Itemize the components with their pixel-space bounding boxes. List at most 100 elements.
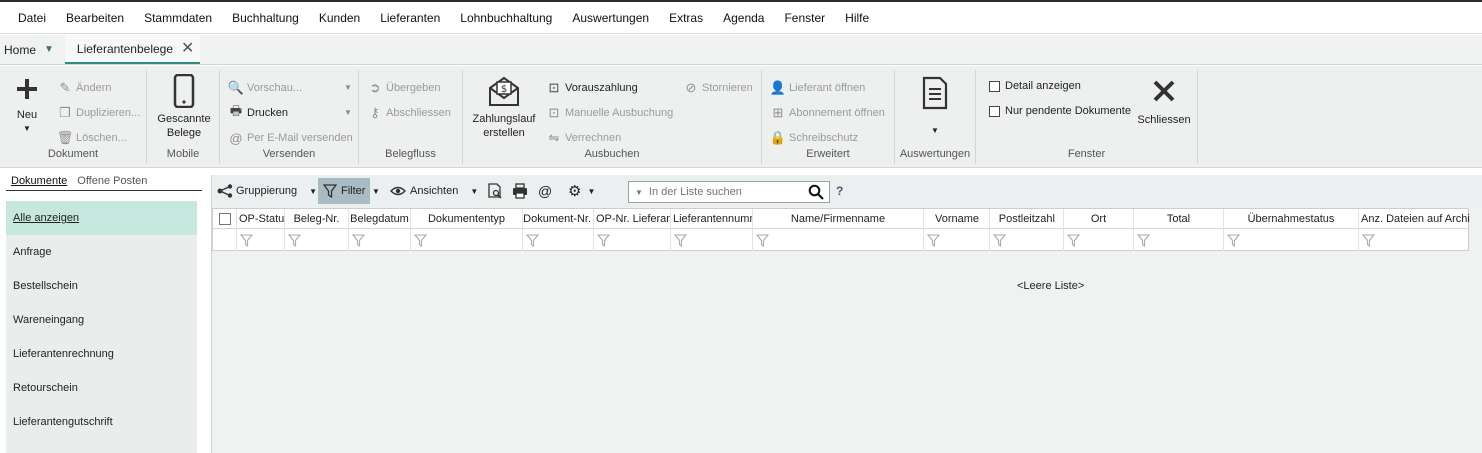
tab-home-dropdown-icon[interactable]: ▼ <box>44 44 54 55</box>
menu-datei[interactable]: Datei <box>8 11 56 25</box>
menu-fenster[interactable]: Fenster <box>774 11 835 25</box>
loeschen-button[interactable]: 🗑 Löschen... <box>57 130 127 146</box>
close-tab-icon[interactable]: ✕ <box>181 40 194 57</box>
filter-cell[interactable] <box>1134 229 1224 251</box>
zahlungslauf-button[interactable]: $ Zahlungslauf erstellen <box>469 74 539 140</box>
search-icon[interactable] <box>808 184 824 200</box>
column-header[interactable]: Vorname <box>924 209 990 229</box>
abschliessen-button[interactable]: ⚷ Abschliessen <box>367 105 451 121</box>
schliessen-button[interactable]: Schliessen <box>1134 78 1194 127</box>
filter-cell[interactable] <box>671 229 753 251</box>
column-header[interactable]: Beleg-Nr. <box>285 209 349 229</box>
preview-list-button[interactable] <box>487 178 503 204</box>
lieferant-oeffnen-button[interactable]: 👤 Lieferant öffnen <box>770 80 865 96</box>
filter-dropdown-icon[interactable]: ▼ <box>372 178 380 204</box>
column-header[interactable]: Name/Firmenname <box>753 209 924 229</box>
email-list-button[interactable]: @ <box>538 178 552 204</box>
search-options-dropdown-icon[interactable]: ▼ <box>635 188 643 197</box>
detail-anzeigen-box[interactable] <box>989 80 1000 92</box>
filter-cell[interactable] <box>285 229 349 251</box>
filter-funnel-icon[interactable] <box>927 233 940 247</box>
column-header[interactable]: Dokumententyp <box>411 209 523 229</box>
menu-extras[interactable]: Extras <box>659 11 713 25</box>
filter-funnel-icon[interactable] <box>1227 233 1240 247</box>
filter-cell[interactable] <box>753 229 924 251</box>
neu-button[interactable]: Neu ▼ <box>8 76 46 136</box>
menu-lieferanten[interactable]: Lieferanten <box>370 11 450 25</box>
filter-cell[interactable] <box>990 229 1064 251</box>
column-header[interactable]: Total <box>1134 209 1224 229</box>
tab-lieferantenbelege[interactable]: Lieferantenbelege ✕ <box>64 35 201 64</box>
schreibschutz-button[interactable]: 🔒 Schreibschutz <box>770 130 858 146</box>
menu-lohnbuchhaltung[interactable]: Lohnbuchhaltung <box>450 11 562 25</box>
gescannte-belege-button[interactable]: Gescannte Belege <box>153 73 215 140</box>
search-input[interactable] <box>648 186 799 198</box>
menu-agenda[interactable]: Agenda <box>713 11 774 25</box>
filter-button[interactable]: Filter <box>318 178 371 204</box>
abonnement-oeffnen-button[interactable]: ⊞ Abonnement öffnen <box>770 105 885 121</box>
detail-anzeigen-checkbox[interactable]: Detail anzeigen <box>989 80 1081 92</box>
tab-home[interactable]: Home ▼ <box>0 35 59 64</box>
settings-dropdown-icon[interactable]: ▼ <box>587 187 595 196</box>
filter-funnel-icon[interactable] <box>526 233 539 247</box>
manuelle-ausbuchung-button[interactable]: ⊡ Manuelle Ausbuchung <box>546 105 674 121</box>
gruppierung-button[interactable]: Gruppierung ▼ <box>217 178 317 204</box>
filter-funnel-icon[interactable] <box>1137 233 1150 247</box>
ansichten-button[interactable]: Ansichten ▼ <box>390 178 478 204</box>
email-button[interactable]: @ Per E-Mail versenden <box>228 130 352 146</box>
filter-cell[interactable] <box>1359 229 1470 251</box>
verrechnen-button[interactable]: ⇋ Verrechnen <box>546 130 622 146</box>
column-header[interactable]: Ort <box>1064 209 1134 229</box>
filter-funnel-icon[interactable] <box>674 233 687 247</box>
list-item[interactable]: Lieferantengutschrift <box>6 405 197 439</box>
help-icon[interactable]: ? <box>836 184 843 198</box>
filter-cell[interactable] <box>411 229 523 251</box>
filter-funnel-icon[interactable] <box>993 233 1006 247</box>
vorauszahlung-button[interactable]: ⊡ Vorauszahlung <box>546 80 638 96</box>
column-header[interactable]: Belegdatum <box>349 209 411 229</box>
tab-dokumente[interactable]: Dokumente <box>6 175 72 190</box>
filter-funnel-icon[interactable] <box>597 233 610 247</box>
gruppierung-dropdown-icon[interactable]: ▼ <box>309 187 317 196</box>
settings-button[interactable]: ⚙ ▼ <box>568 178 595 204</box>
list-item[interactable]: Retourschein <box>6 371 197 405</box>
column-header[interactable]: Lieferantennummer <box>671 209 753 229</box>
column-header[interactable]: Anz. Dateien auf Archiv <box>1359 209 1470 229</box>
filter-funnel-icon[interactable] <box>240 233 253 247</box>
filter-cell[interactable] <box>237 229 285 251</box>
auswertungen-button[interactable]: ▼ <box>915 76 955 138</box>
filter-funnel-icon[interactable] <box>1067 233 1080 247</box>
vorschau-dropdown-icon[interactable]: ▼ <box>344 83 352 92</box>
menu-stammdaten[interactable]: Stammdaten <box>134 11 222 25</box>
list-search-box[interactable]: ▼ <box>628 181 830 203</box>
column-header[interactable]: Postleitzahl <box>990 209 1064 229</box>
filter-cell[interactable] <box>1064 229 1134 251</box>
filter-funnel-icon[interactable] <box>1362 233 1375 247</box>
filter-cell[interactable] <box>924 229 990 251</box>
aendern-button[interactable]: ✎ Ändern <box>57 80 112 96</box>
list-item[interactable]: Wareneingang <box>6 303 197 337</box>
filter-funnel-icon[interactable] <box>756 233 769 247</box>
vorschau-button[interactable]: 🔍 Vorschau... <box>228 80 302 96</box>
print-list-button[interactable] <box>512 178 528 204</box>
duplizieren-button[interactable]: ❐ Duplizieren... <box>57 105 140 121</box>
filter-funnel-icon[interactable] <box>352 233 365 247</box>
list-item[interactable]: Anfrage <box>6 235 197 269</box>
drucken-button[interactable]: 🖶 Drucken <box>228 103 288 121</box>
ansichten-dropdown-icon[interactable]: ▼ <box>470 187 478 196</box>
menu-kunden[interactable]: Kunden <box>309 11 370 25</box>
column-header[interactable]: Dokument-Nr. <box>523 209 594 229</box>
filter-cell[interactable] <box>594 229 671 251</box>
nur-pendente-checkbox[interactable]: Nur pendente Dokumente <box>989 105 1131 117</box>
column-header[interactable]: OP-Status <box>237 209 285 229</box>
stornieren-button[interactable]: ⊘ Stornieren <box>683 80 753 96</box>
menu-auswertungen[interactable]: Auswertungen <box>562 11 659 25</box>
menu-bearbeiten[interactable]: Bearbeiten <box>56 11 134 25</box>
column-header[interactable]: OP-Nr. Lieferant <box>594 209 671 229</box>
list-item[interactable]: Alle anzeigen <box>6 201 197 235</box>
uebergeben-button[interactable]: ➲ Übergeben <box>367 80 441 96</box>
nur-pendente-box[interactable] <box>989 105 1000 117</box>
filter-cell[interactable] <box>523 229 594 251</box>
list-item[interactable]: Bestellschein <box>6 269 197 303</box>
menu-hilfe[interactable]: Hilfe <box>835 11 879 25</box>
